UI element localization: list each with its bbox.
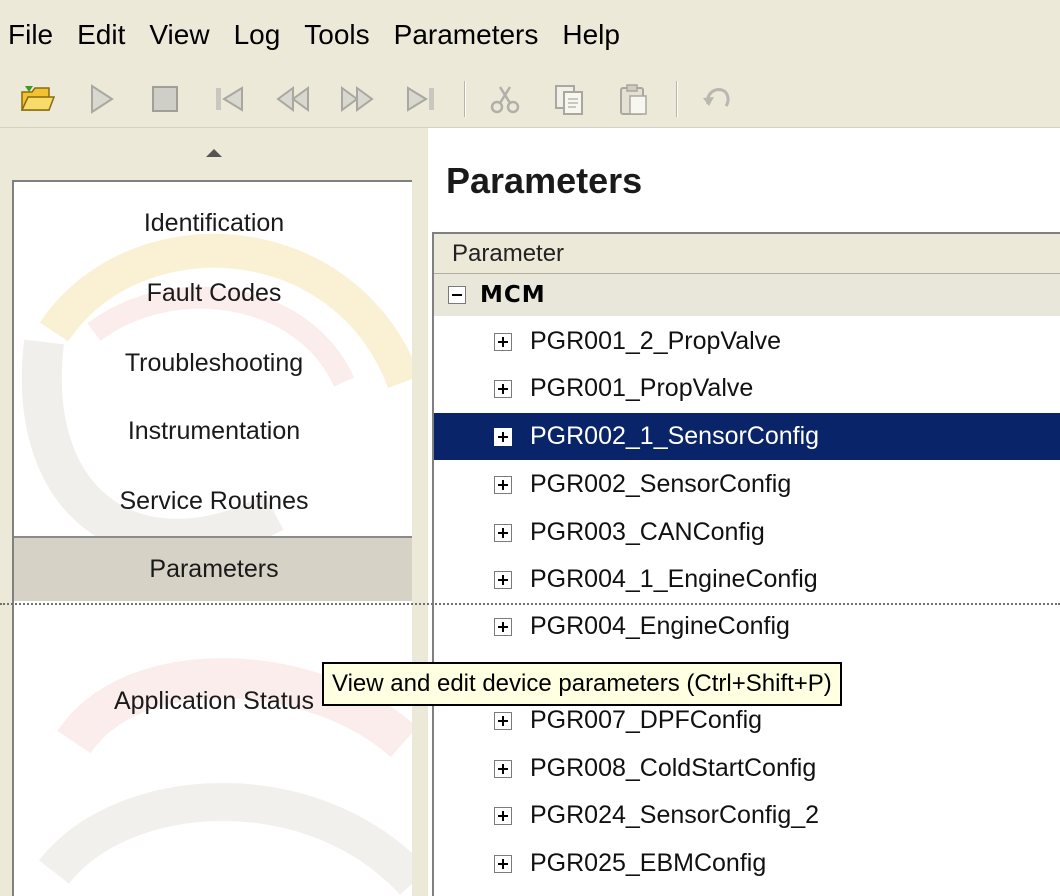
copy-icon[interactable] bbox=[548, 79, 590, 119]
row-label: PGR004_EngineConfig bbox=[530, 612, 790, 640]
menu-help[interactable]: Help bbox=[562, 19, 620, 51]
expand-icon[interactable] bbox=[494, 759, 512, 778]
menu-bar: File Edit View Log Tools Parameters Help bbox=[0, 0, 1060, 70]
tooltip: View and edit device parameters (Ctrl+Sh… bbox=[322, 662, 842, 706]
sidebar-item-parameters[interactable]: Parameters bbox=[14, 536, 412, 602]
row-label: PGR002_SensorConfig bbox=[530, 470, 792, 498]
toolbar-separator bbox=[676, 80, 678, 117]
row-label: PGR025_EBMConfig bbox=[530, 849, 767, 877]
expand-icon[interactable] bbox=[494, 523, 512, 542]
page-title: Parameters bbox=[446, 160, 643, 201]
toolbar bbox=[0, 70, 1060, 128]
sidebar-item-identification[interactable]: Identification bbox=[14, 192, 412, 254]
menu-log[interactable]: Log bbox=[234, 19, 281, 51]
menu-parameters[interactable]: Parameters bbox=[394, 19, 539, 51]
expand-icon[interactable] bbox=[494, 379, 512, 398]
expand-icon[interactable] bbox=[494, 570, 512, 589]
expand-icon[interactable] bbox=[494, 711, 512, 730]
parameter-grid: Parameter MCM PGR001_2_PropValve PGR001_… bbox=[432, 232, 1060, 896]
nav-list: Identification Fault Codes Troubleshooti… bbox=[12, 180, 412, 896]
table-row[interactable]: PGR001_PropValve bbox=[434, 365, 1060, 412]
focus-divider bbox=[0, 603, 1060, 605]
table-row[interactable]: PGR001_2_PropValve bbox=[434, 318, 1060, 365]
stop-icon[interactable] bbox=[144, 79, 186, 119]
scroll-up-button[interactable] bbox=[0, 128, 428, 178]
collapse-icon[interactable] bbox=[448, 286, 466, 304]
row-label: PGR003_CANConfig bbox=[530, 518, 765, 546]
expand-icon[interactable] bbox=[494, 427, 512, 446]
table-row[interactable]: PGR004_1_EngineConfig bbox=[434, 556, 1060, 603]
paste-icon[interactable] bbox=[612, 79, 654, 119]
chevron-up-icon bbox=[206, 149, 222, 157]
menu-tools[interactable]: Tools bbox=[304, 19, 369, 51]
table-row[interactable]: PGR002_SensorConfig bbox=[434, 461, 1060, 508]
row-label: PGR001_PropValve bbox=[530, 374, 754, 402]
skip-start-icon[interactable] bbox=[208, 79, 250, 119]
column-header-parameter[interactable]: Parameter bbox=[434, 234, 1060, 274]
main-content: Parameters Parameter MCM PGR001_2_PropVa… bbox=[428, 128, 1060, 896]
table-row-selected[interactable]: PGR002_1_SensorConfig bbox=[434, 413, 1060, 460]
row-label: PGR008_ColdStartConfig bbox=[530, 754, 817, 782]
undo-icon[interactable] bbox=[696, 79, 738, 119]
expand-icon[interactable] bbox=[494, 617, 512, 636]
row-label: PGR002_1_SensorConfig bbox=[530, 422, 820, 450]
sidebar-item-service-routines[interactable]: Service Routines bbox=[14, 470, 412, 532]
row-label: PGR004_1_EngineConfig bbox=[530, 565, 818, 593]
table-row[interactable]: PGR025_EBMConfig bbox=[434, 840, 1060, 887]
menu-file[interactable]: File bbox=[8, 19, 53, 51]
skip-end-icon[interactable] bbox=[400, 79, 442, 119]
table-row[interactable]: PGR004_EngineConfig bbox=[434, 603, 1060, 650]
play-icon[interactable] bbox=[80, 79, 122, 119]
cut-icon[interactable] bbox=[484, 79, 526, 119]
expand-icon[interactable] bbox=[494, 475, 512, 494]
sidebar-item-fault-codes[interactable]: Fault Codes bbox=[14, 262, 412, 324]
table-row[interactable]: PGR008_ColdStartConfig bbox=[434, 745, 1060, 792]
table-row[interactable]: PGR024_SensorConfig_2 bbox=[434, 792, 1060, 839]
menu-view[interactable]: View bbox=[149, 19, 209, 51]
sidebar-item-instrumentation[interactable]: Instrumentation bbox=[14, 400, 412, 462]
expand-icon[interactable] bbox=[494, 806, 512, 825]
group-label: MCM bbox=[480, 282, 546, 308]
row-label: PGR024_SensorConfig_2 bbox=[530, 801, 820, 829]
rewind-icon[interactable] bbox=[272, 79, 314, 119]
table-row[interactable]: PGR003_CANConfig bbox=[434, 509, 1060, 556]
group-row-mcm[interactable]: MCM bbox=[434, 274, 1060, 316]
fast-forward-icon[interactable] bbox=[336, 79, 378, 119]
menu-edit[interactable]: Edit bbox=[77, 19, 125, 51]
sidebar-item-troubleshooting[interactable]: Troubleshooting bbox=[14, 332, 412, 394]
expand-icon[interactable] bbox=[494, 332, 512, 351]
toolbar-separator bbox=[464, 80, 466, 117]
navigation-panel: Identification Fault Codes Troubleshooti… bbox=[0, 128, 428, 896]
row-label: PGR001_2_PropValve bbox=[530, 327, 782, 355]
expand-icon[interactable] bbox=[494, 854, 512, 873]
open-icon[interactable] bbox=[16, 79, 58, 119]
row-label: PGR007_DPFConfig bbox=[530, 706, 763, 734]
